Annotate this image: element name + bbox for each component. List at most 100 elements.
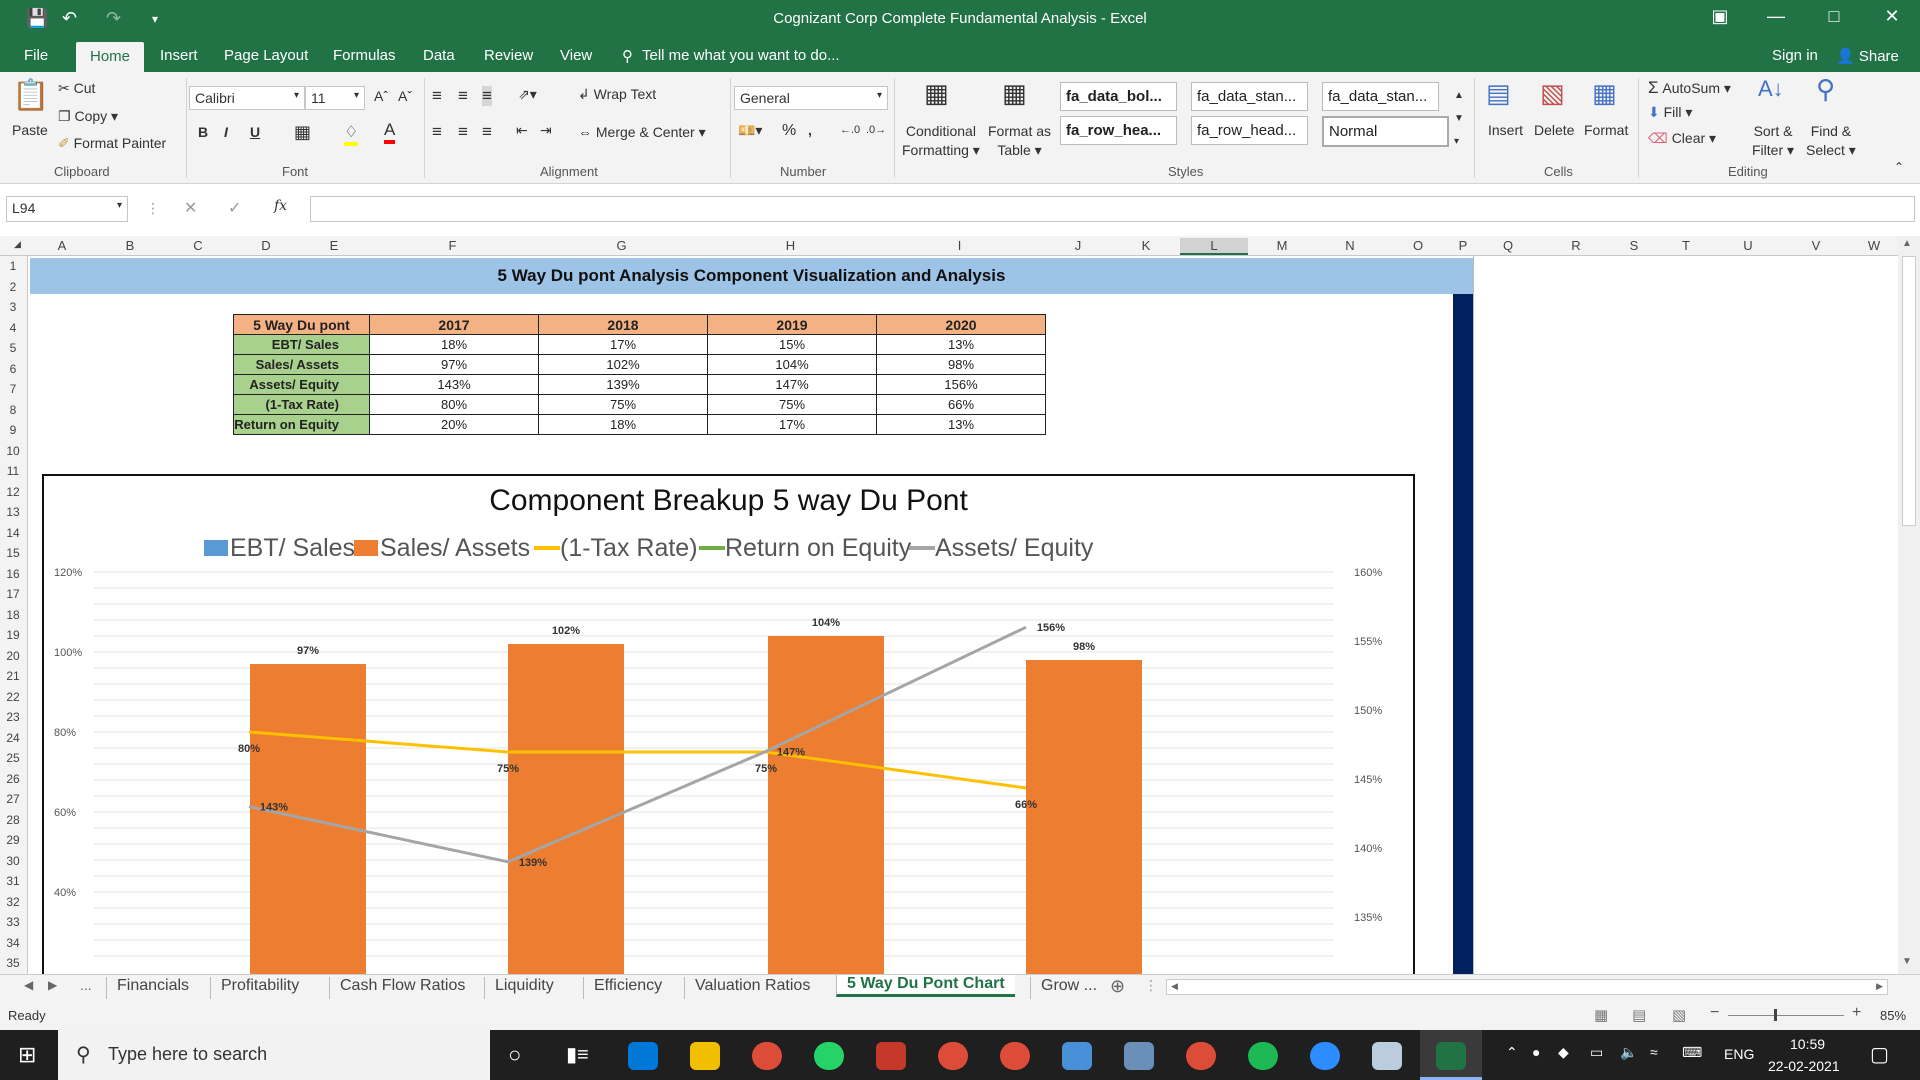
delete-cells-icon[interactable]: ▧ xyxy=(1540,78,1565,109)
table-cell[interactable]: 97% xyxy=(369,354,539,375)
cancel-icon[interactable]: ✕ xyxy=(184,198,197,218)
insert-function-icon[interactable]: fx xyxy=(274,198,287,214)
insert-cells-button[interactable]: Insert xyxy=(1488,122,1523,138)
align-middle-icon[interactable]: ≡ xyxy=(458,86,468,106)
row-header[interactable]: 19 xyxy=(0,628,26,642)
clock-time[interactable]: 10:59 xyxy=(1790,1036,1825,1052)
row-header[interactable]: 1 xyxy=(0,259,26,273)
photos-icon[interactable] xyxy=(1124,1042,1154,1070)
dropbox-icon[interactable]: ◆ xyxy=(1558,1044,1569,1061)
font-size-select[interactable]: 11 ▾ xyxy=(305,86,365,110)
volume-icon[interactable]: 🔈 xyxy=(1620,1044,1637,1061)
tray-overflow-icon[interactable]: ⌃ xyxy=(1506,1044,1518,1061)
scroll-up-icon[interactable]: ▲ xyxy=(1902,238,1912,249)
tab-page-layout[interactable]: Page Layout xyxy=(224,47,308,64)
row-label[interactable]: Assets/ Equity xyxy=(233,374,370,395)
row-header[interactable]: 9 xyxy=(0,423,26,437)
column-header[interactable]: H xyxy=(706,238,875,253)
sheet-tab[interactable]: Liquidity xyxy=(484,977,564,999)
column-header[interactable]: F xyxy=(368,238,537,253)
close-icon[interactable]: ✕ xyxy=(1872,6,1912,27)
language-indicator[interactable]: ENG xyxy=(1724,1046,1754,1062)
collapse-ribbon-icon[interactable]: ⌃ xyxy=(1894,160,1904,174)
table-cell[interactable]: 75% xyxy=(538,394,708,415)
align-center-icon[interactable]: ≡ xyxy=(458,122,468,142)
row-header[interactable]: 25 xyxy=(0,751,26,765)
tab-review[interactable]: Review xyxy=(484,47,533,64)
fill-color-icon[interactable]: ♢ xyxy=(344,122,359,146)
table-cell[interactable]: 156% xyxy=(876,374,1046,395)
wifi-icon[interactable]: ≈ xyxy=(1650,1044,1658,1060)
add-sheet-icon[interactable]: ⊕ xyxy=(1110,976,1125,997)
row-header[interactable]: 16 xyxy=(0,567,26,581)
format-as-table-icon[interactable]: ▦ xyxy=(1002,78,1027,109)
table-cell[interactable]: 80% xyxy=(369,394,539,415)
table-header[interactable]: 2017 xyxy=(369,314,539,335)
column-header[interactable]: B xyxy=(96,238,164,253)
table-header[interactable]: 5 Way Du pont xyxy=(233,314,370,335)
hscroll-right-icon[interactable]: ▶ xyxy=(1876,981,1883,992)
column-header[interactable]: P xyxy=(1452,238,1474,253)
ribbon-display-icon[interactable]: ▣ xyxy=(1700,6,1740,27)
table-cell[interactable]: 66% xyxy=(876,394,1046,415)
normal-view-icon[interactable]: ▦ xyxy=(1594,1006,1608,1024)
row-header[interactable]: 24 xyxy=(0,731,26,745)
enter-icon[interactable]: ✓ xyxy=(228,198,241,218)
zoom-out-icon[interactable]: − xyxy=(1710,1004,1719,1022)
grow-font-icon[interactable]: Aˆ xyxy=(374,88,388,104)
percent-style-icon[interactable]: % xyxy=(782,122,796,140)
minimize-icon[interactable]: — xyxy=(1756,6,1796,27)
column-header[interactable]: Q xyxy=(1474,238,1542,253)
row-header[interactable]: 31 xyxy=(0,874,26,888)
font-color-icon[interactable]: A xyxy=(384,120,396,144)
zoom-slider[interactable] xyxy=(1728,1015,1844,1016)
keyboard-icon[interactable]: ⌨ xyxy=(1682,1044,1702,1061)
tab-file[interactable]: File xyxy=(24,47,48,64)
sheet-tab[interactable]: Cash Flow Ratios xyxy=(329,977,475,999)
sheet-tab[interactable]: Grow ... xyxy=(1030,977,1107,999)
row-header[interactable]: 17 xyxy=(0,587,26,601)
table-cell[interactable]: 98% xyxy=(876,354,1046,375)
row-header[interactable]: 18 xyxy=(0,608,26,622)
table-cell[interactable]: 18% xyxy=(369,334,539,355)
row-label[interactable]: Return on Equity xyxy=(233,414,370,435)
row-header[interactable]: 13 xyxy=(0,505,26,519)
sheet-tab-active[interactable]: 5 Way Du Pont Chart xyxy=(836,975,1015,997)
row-header[interactable]: 30 xyxy=(0,854,26,868)
insert-cells-icon[interactable]: ▤ xyxy=(1486,78,1511,109)
conditional-formatting-button[interactable]: Conditional Formatting ▾ xyxy=(902,122,980,160)
zoom-level[interactable]: 85% xyxy=(1880,1008,1906,1023)
column-header[interactable]: N xyxy=(1316,238,1384,253)
select-all-icon[interactable]: ◢ xyxy=(14,239,21,250)
worksheet-grid[interactable]: 5 Way Du pont Analysis Component Visuali… xyxy=(28,256,1900,974)
column-header-selected[interactable]: L xyxy=(1180,238,1248,255)
sheet-tab[interactable]: Financials xyxy=(106,977,199,999)
column-header[interactable]: T xyxy=(1658,238,1714,253)
sheet-tab[interactable]: Valuation Ratios xyxy=(684,977,820,999)
format-as-table-button[interactable]: Format as Table ▾ xyxy=(988,122,1051,160)
decrease-indent-icon[interactable]: ⇤ xyxy=(516,122,528,139)
column-header[interactable]: E xyxy=(300,238,368,253)
comma-style-icon[interactable]: , xyxy=(808,122,812,138)
row-header[interactable]: 11 xyxy=(0,464,26,478)
sort-filter-button[interactable]: Sort & Filter ▾ xyxy=(1752,122,1794,160)
row-header[interactable]: 14 xyxy=(0,526,26,540)
orientation-icon[interactable]: ⇗▾ xyxy=(518,86,537,103)
table-header[interactable]: 2019 xyxy=(707,314,877,335)
battery-icon[interactable]: ▭ xyxy=(1590,1044,1603,1061)
table-header[interactable]: 2020 xyxy=(876,314,1046,335)
row-header[interactable]: 23 xyxy=(0,710,26,724)
row-header[interactable]: 5 xyxy=(0,341,26,355)
table-cell[interactable]: 139% xyxy=(538,374,708,395)
column-header[interactable]: J xyxy=(1044,238,1112,253)
align-left-icon[interactable]: ≡ xyxy=(432,122,442,142)
sheet-tab[interactable]: Efficiency xyxy=(583,977,672,999)
tab-data[interactable]: Data xyxy=(423,47,455,64)
notifications-icon[interactable]: ▢ xyxy=(1870,1042,1889,1067)
table-cell[interactable]: 104% xyxy=(707,354,877,375)
column-header[interactable]: W xyxy=(1850,238,1898,253)
format-cells-icon[interactable]: ▦ xyxy=(1592,78,1617,109)
clear-button[interactable]: ⌫ Clear ▾ xyxy=(1648,130,1716,147)
row-header[interactable]: 27 xyxy=(0,792,26,806)
page-break-view-icon[interactable]: ▧ xyxy=(1672,1006,1686,1024)
